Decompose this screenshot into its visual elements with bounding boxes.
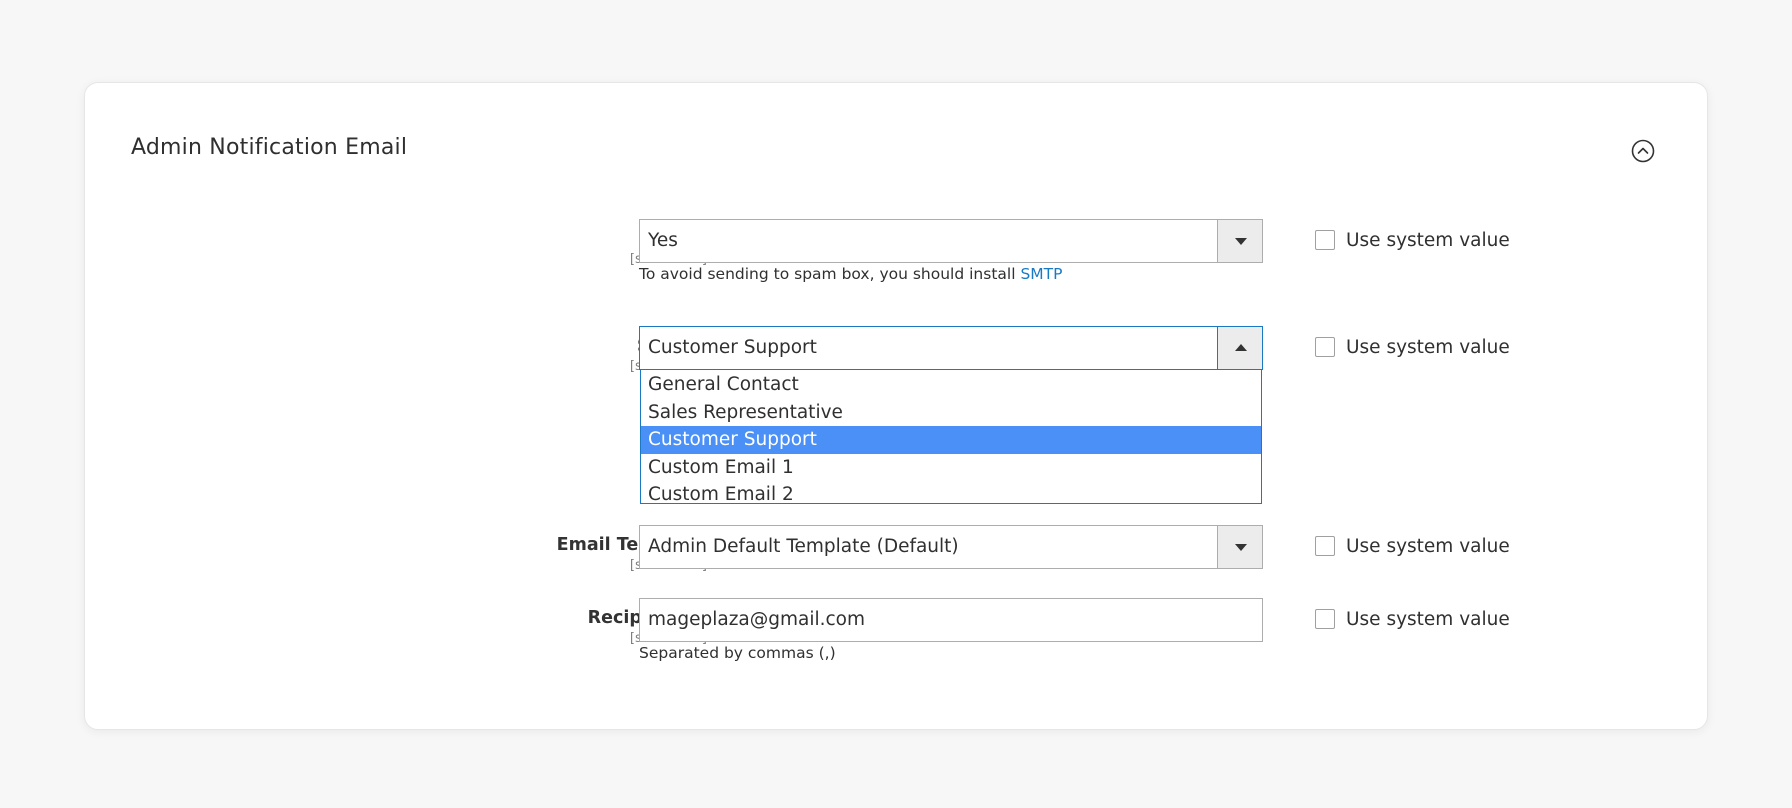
section-title: Admin Notification Email [131, 135, 408, 160]
sender-select[interactable]: Customer Support [639, 326, 1263, 370]
sender-use-system-checkbox[interactable] [1315, 337, 1335, 357]
sender-options-list: General Contact Sales Representative Cus… [640, 370, 1262, 505]
collapse-button[interactable] [1631, 139, 1655, 163]
enable-select[interactable]: Yes [639, 219, 1263, 263]
enable-use-system-label: Use system value [1346, 229, 1510, 251]
enable-note: To avoid sending to spam box, you should… [639, 265, 1062, 283]
sender-option-general-contact[interactable]: General Contact [641, 371, 1261, 399]
sender-option-custom-email-2[interactable]: Custom Email 2 [641, 481, 1261, 509]
email-template-select[interactable]: Admin Default Template (Default) [639, 525, 1263, 569]
triangle-down-icon[interactable] [1217, 220, 1262, 262]
sender-option-custom-email-1[interactable]: Custom Email 1 [641, 454, 1261, 482]
recipients-use-system-checkbox[interactable] [1315, 609, 1335, 629]
smtp-link[interactable]: SMTP [1020, 265, 1062, 283]
triangle-down-icon[interactable] [1217, 526, 1262, 568]
sender-select-value: Customer Support [648, 337, 817, 358]
sender-option-customer-support[interactable]: Customer Support [641, 426, 1261, 454]
recipients-input-value: mageplaza@gmail.com [648, 609, 866, 630]
recipients-note: Separated by commas (,) [639, 644, 836, 662]
recipients-use-system-value[interactable]: Use system value [1315, 608, 1510, 630]
sender-use-system-label: Use system value [1346, 336, 1510, 358]
enable-note-text: To avoid sending to spam box, you should… [639, 265, 1021, 283]
sender-option-sales-representative[interactable]: Sales Representative [641, 399, 1261, 427]
enable-use-system-value[interactable]: Use system value [1315, 229, 1510, 251]
email-template-select-value: Admin Default Template (Default) [648, 536, 959, 557]
enable-use-system-checkbox[interactable] [1315, 230, 1335, 250]
sender-use-system-value[interactable]: Use system value [1315, 336, 1510, 358]
recipients-input[interactable]: mageplaza@gmail.com [639, 598, 1263, 642]
recipients-use-system-label: Use system value [1346, 608, 1510, 630]
admin-notification-email-panel: Admin Notification Email Enable [store v… [84, 82, 1708, 730]
template-use-system-checkbox[interactable] [1315, 536, 1335, 556]
enable-select-value: Yes [648, 230, 678, 251]
template-use-system-label: Use system value [1346, 535, 1510, 557]
triangle-up-icon[interactable] [1217, 327, 1262, 369]
template-use-system-value[interactable]: Use system value [1315, 535, 1510, 557]
chevron-up-circle-icon [1631, 139, 1655, 163]
